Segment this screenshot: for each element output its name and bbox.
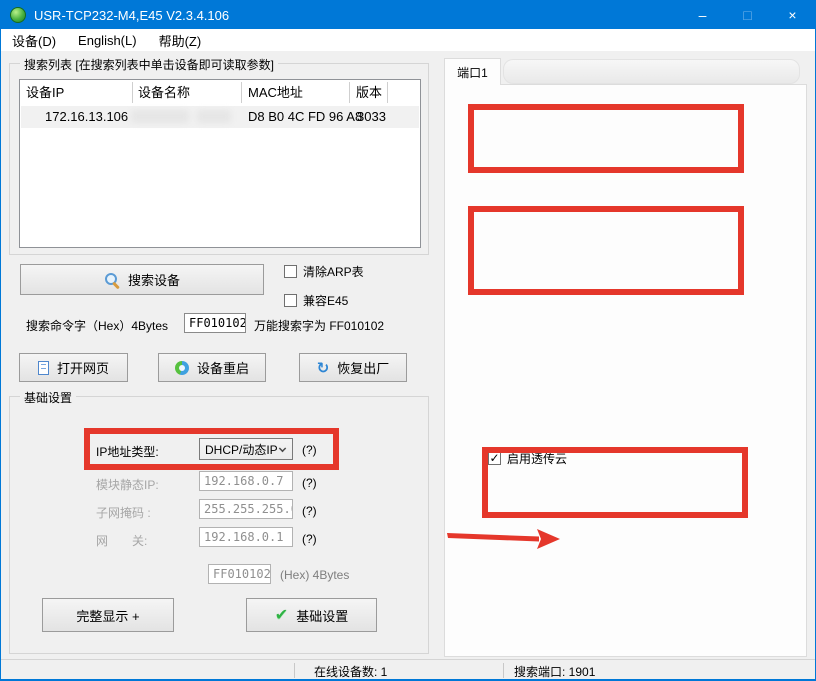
port1-panel [444, 84, 807, 657]
static-ip-label: 模块静态IP: [96, 476, 159, 493]
column-separator [132, 82, 133, 103]
column-separator [349, 82, 350, 103]
ip-type-label: IP地址类型: [96, 443, 159, 460]
col-device-name: 设备名称 [138, 80, 190, 105]
search-cmd-label: 搜索命令字（Hex）4Bytes [26, 317, 168, 334]
col-version: 版本 [356, 80, 382, 105]
title-bar: USR-TCP232-M4,E45 V2.3.4.106 – □ × [1, 1, 815, 29]
column-separator [241, 82, 242, 103]
factory-reset-label: 恢复出厂 [337, 358, 389, 377]
static-ip-value: 192.168.0.7 [204, 474, 283, 488]
gateway-label: 网 关: [96, 532, 147, 549]
search-cmd-hint: 万能搜索字为 FF010102 [254, 317, 384, 334]
open-web-button[interactable]: 打开网页 [19, 353, 128, 382]
window-controls: – □ × [680, 1, 815, 29]
basic-hex-input: FF010102 [208, 564, 271, 584]
basic-hex-suffix: (Hex) 4Bytes [280, 568, 349, 582]
status-divider [294, 663, 295, 678]
gateway-value: 192.168.0.1 [204, 530, 283, 544]
search-device-label: 搜索设备 [128, 270, 180, 289]
subnet-label: 子网掩码 : [96, 504, 151, 521]
search-device-button[interactable]: 搜索设备 [20, 264, 264, 295]
minimize-button[interactable]: – [680, 1, 725, 29]
basic-settings-button-label: 基础设置 [296, 606, 348, 625]
restart-label: 设备重启 [197, 358, 249, 377]
cloud-checkbox[interactable]: ✓ 启用透传云 [488, 450, 573, 467]
cell-version: 3033 [357, 106, 386, 128]
restart-device-button[interactable]: 设备重启 [158, 353, 266, 382]
redacted-device-name [131, 110, 189, 123]
search-cmd-value: FF010102 [189, 316, 246, 330]
cell-mac: D8 B0 4C FD 96 A8 [248, 106, 362, 128]
menu-help[interactable]: 帮助(Z) [148, 31, 213, 50]
full-display-button[interactable]: 完整显示 + [42, 598, 174, 632]
chevron-down-icon [279, 445, 286, 452]
factory-reset-button[interactable]: ↻ 恢复出厂 [299, 353, 407, 382]
static-ip-input: 192.168.0.7 [199, 471, 293, 491]
green-check-icon: ✔ [275, 607, 288, 623]
tab-port1-label: 端口1 [457, 64, 488, 81]
open-web-label: 打开网页 [57, 358, 109, 377]
redacted-device-name [197, 110, 231, 123]
checkbox-box [284, 294, 297, 307]
checkbox-box: ✓ [488, 452, 501, 465]
help-link[interactable]: (?) [302, 476, 317, 490]
basic-settings-button[interactable]: ✔ 基础设置 [246, 598, 377, 632]
clear-arp-checkbox[interactable]: 清除ARP表 [284, 263, 364, 280]
col-mac: MAC地址 [248, 80, 303, 105]
compat-e45-checkbox[interactable]: 兼容E45 [284, 292, 348, 309]
restart-icon [175, 361, 189, 375]
app-window: USR-TCP232-M4,E45 V2.3.4.106 – □ × 设备(D)… [0, 0, 816, 681]
gateway-input: 192.168.0.1 [199, 527, 293, 547]
subnet-value: 255.255.255.0 [204, 502, 293, 516]
ip-type-value: DHCP/动态IP [205, 441, 278, 458]
status-divider [503, 663, 504, 678]
close-button[interactable]: × [770, 1, 815, 29]
full-display-label: 完整显示 + [76, 606, 139, 625]
menu-bar: 设备(D) English(L) 帮助(Z) [1, 29, 815, 51]
ip-type-combo[interactable]: DHCP/动态IP [199, 438, 293, 460]
search-port: 搜索端口: 1901 [514, 663, 595, 680]
online-device-count: 在线设备数: 1 [314, 663, 387, 680]
col-device-ip: 设备IP [26, 80, 64, 105]
checkbox-box [284, 265, 297, 278]
help-link[interactable]: (?) [302, 443, 317, 457]
cloud-title: 启用透传云 [507, 450, 567, 467]
check-icon: ✓ [489, 453, 499, 464]
restore-icon: ↻ [317, 361, 330, 375]
help-link[interactable]: (?) [302, 504, 317, 518]
status-bar: 在线设备数: 1 搜索端口: 1901 [1, 659, 815, 680]
cell-device-ip: 172.16.13.106 [45, 106, 128, 128]
compat-e45-label: 兼容E45 [303, 292, 348, 309]
tab-strip-background [503, 59, 800, 84]
maximize-button[interactable]: □ [725, 1, 770, 29]
search-cmd-input[interactable]: FF010102 [184, 313, 246, 333]
help-link[interactable]: (?) [302, 532, 317, 546]
table-row[interactable]: 172.16.13.106 D8 B0 4C FD 96 A8 3033 [21, 106, 419, 128]
document-icon [38, 361, 49, 375]
menu-english[interactable]: English(L) [67, 33, 148, 48]
search-list-group-title: 搜索列表 [在搜索列表中单击设备即可读取参数] [20, 56, 278, 73]
tab-port1[interactable]: 端口1 [444, 58, 501, 85]
subnet-input: 255.255.255.0 [199, 499, 293, 519]
basic-hex-value: FF010102 [213, 567, 271, 581]
menu-device[interactable]: 设备(D) [1, 31, 67, 50]
device-table[interactable]: 设备IP 设备名称 MAC地址 版本 172.16.13.106 D8 B0 4… [19, 79, 421, 248]
column-separator [387, 82, 388, 103]
app-logo-icon [10, 7, 26, 23]
basic-settings-title: 基础设置 [20, 389, 76, 406]
window-title: USR-TCP232-M4,E45 V2.3.4.106 [34, 8, 229, 23]
clear-arp-label: 清除ARP表 [303, 263, 364, 280]
search-icon [104, 272, 120, 288]
